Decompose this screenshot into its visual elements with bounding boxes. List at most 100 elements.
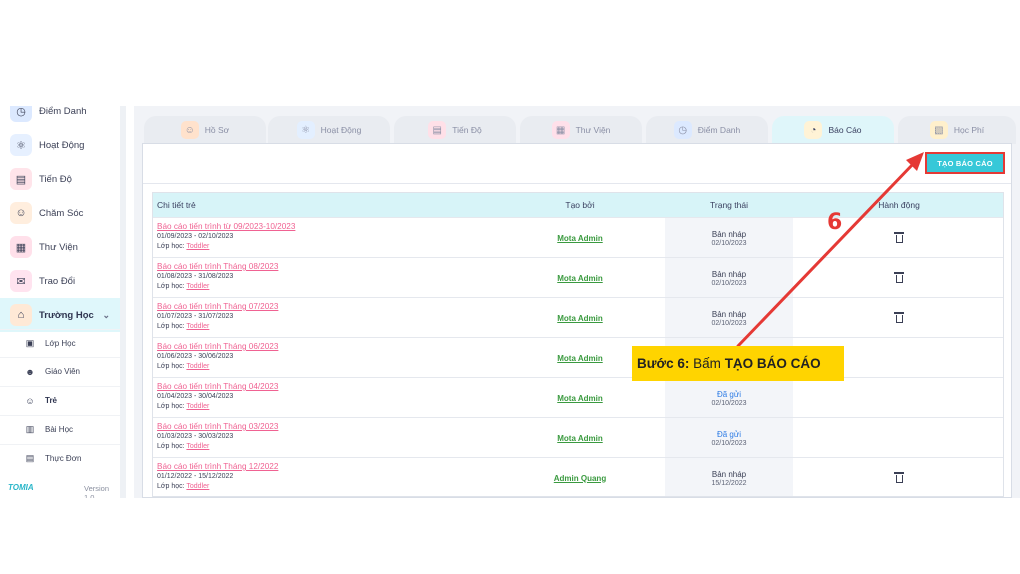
sidebar-item-label: Thư Viện (39, 241, 78, 253)
tab-5[interactable]: ◔ Báo Cáo (772, 116, 894, 144)
tab-6[interactable]: ▧ Học Phí (898, 116, 1016, 144)
report-table: Chi tiết trẻ Tạo bởi Trạng thái Hành độn… (152, 192, 1004, 497)
version-label: Version 1.0 (84, 484, 110, 498)
status-cell: Bản nháp 02/10/2023 (665, 218, 793, 258)
sidebar-sub-item-label: Lớp Học (45, 339, 76, 348)
table-row: Báo cáo tiến trình Tháng 07/2023 01/07/20… (153, 297, 1003, 338)
report-date-range: 01/09/2023 - 02/10/2023 (157, 232, 234, 240)
class-prefix: Lớp học: (157, 282, 185, 290)
creator-link[interactable]: Mota Admin (495, 298, 665, 338)
sidebar-item-label: Trao Đổi (39, 275, 76, 287)
creator-link[interactable]: Mota Admin (495, 258, 665, 298)
report-title-link[interactable]: Báo cáo tiến trình Tháng 03/2023 (157, 422, 487, 432)
sidebar-item-label: Hoạt Động (39, 139, 85, 151)
divider (143, 183, 1011, 184)
report-title-link[interactable]: Báo cáo tiến trình Tháng 12/2022 (157, 462, 487, 472)
tuition-icon: ▧ (929, 121, 948, 139)
library-icon: ▦ (551, 121, 570, 139)
tab-1[interactable]: ⚛ Hoạt Động (268, 116, 390, 144)
report-pie-icon: ◔ (804, 121, 823, 139)
sidebar-item-1[interactable]: ⚛ Hoạt Động (0, 128, 120, 162)
report-title-link[interactable]: Báo cáo tiến trình Tháng 06/2023 (157, 342, 487, 352)
tab-label: Điểm Danh (697, 125, 741, 135)
class-prefix: Lớp học: (157, 322, 185, 330)
callout-action: Bấm (693, 356, 721, 371)
tab-label: Báo Cáo (828, 125, 862, 135)
creator-link[interactable]: Admin Quang (495, 458, 665, 496)
table-row: Báo cáo tiến trình từ 09/2023-10/2023 01/… (153, 217, 1003, 258)
status-text: Đã gửi (716, 429, 742, 439)
sidebar-sub-item-4[interactable]: ▤ Thực Đơn (0, 444, 120, 472)
class-prefix: Lớp học: (157, 242, 185, 250)
class-link[interactable]: Toddler (186, 403, 209, 410)
step-number: 6 (827, 210, 843, 235)
class-link[interactable]: Toddler (186, 243, 209, 250)
child-detail-cell: Báo cáo tiến trình Tháng 07/2023 01/07/20… (157, 302, 487, 331)
classroom-icon: ▣ (25, 338, 35, 348)
creator-link[interactable]: Mota Admin (495, 378, 665, 418)
creator-link[interactable]: Mota Admin (495, 418, 665, 458)
tab-3[interactable]: ▦ Thư Viện (520, 116, 642, 144)
class-link[interactable]: Toddler (186, 483, 209, 490)
class-link[interactable]: Toddler (186, 443, 209, 450)
chart-board-icon: ▤ (428, 121, 447, 139)
header-actions: Hành động (878, 200, 920, 210)
table-row: Báo cáo tiến trình Tháng 06/2023 01/06/20… (153, 337, 1003, 378)
sidebar-sub-item-1[interactable]: ☻ Giáo Viên (0, 357, 120, 385)
class-prefix: Lớp học: (157, 362, 185, 370)
creator-link[interactable]: Mota Admin (495, 218, 665, 258)
tab-0[interactable]: ☺ Hồ Sơ (144, 116, 266, 144)
action-cell (793, 218, 1003, 258)
class-prefix: Lớp học: (157, 402, 185, 410)
sidebar-sub-item-label: Bài Học (45, 425, 74, 434)
trash-icon[interactable] (893, 272, 904, 283)
report-title-link[interactable]: Báo cáo tiến trình từ 09/2023-10/2023 (157, 222, 487, 232)
status-text: Bản nháp (711, 229, 747, 239)
status-date: 02/10/2023 (711, 239, 747, 247)
report-date-range: 01/08/2023 - 31/08/2023 (157, 272, 234, 280)
sidebar-sub-item-label: Trẻ (45, 396, 58, 405)
sidebar-item-4[interactable]: ▦ Thư Viện (0, 230, 120, 264)
sidebar-item-5[interactable]: ✉ Trao Đổi (0, 264, 120, 298)
class-prefix: Lớp học: (157, 482, 185, 490)
school-icon: ⌂ (10, 304, 32, 326)
sidebar-item-0[interactable]: ◷ Điểm Danh (0, 106, 120, 128)
library-icon: ▦ (10, 236, 32, 258)
status-cell: Bản nháp 02/10/2023 (665, 258, 793, 298)
sidebar-sub-item-0[interactable]: ▣ Lớp Học (0, 329, 120, 357)
status-text: Bản nháp (711, 309, 747, 319)
header-child-details: Chi tiết trẻ (157, 200, 196, 210)
tab-label: Thư Viện (575, 125, 611, 135)
class-link[interactable]: Toddler (186, 363, 209, 370)
instruction-callout: Bước 6: Bấm TẠO BÁO CÁO (632, 346, 844, 381)
create-report-button[interactable]: TẠO BÁO CÁO (925, 152, 1005, 174)
tab-label: Hồ Sơ (204, 125, 230, 135)
report-title-link[interactable]: Báo cáo tiến trình Tháng 04/2023 (157, 382, 487, 392)
trash-icon[interactable] (893, 232, 904, 243)
child-detail-cell: Báo cáo tiến trình Tháng 03/2023 01/03/20… (157, 422, 487, 451)
class-link[interactable]: Toddler (186, 323, 209, 330)
trash-icon[interactable] (893, 312, 904, 323)
status-text: Bản nháp (711, 269, 747, 279)
class-link[interactable]: Toddler (186, 283, 209, 290)
teachers-icon: ☻ (25, 366, 35, 377)
sidebar-item-3[interactable]: ☺ Chăm Sóc (0, 196, 120, 230)
status-date: 02/10/2023 (711, 279, 747, 287)
child-detail-cell: Báo cáo tiến trình từ 09/2023-10/2023 01/… (157, 222, 487, 251)
tab-4[interactable]: ◷ Điểm Danh (646, 116, 768, 144)
tab-label: Hoạt Động (320, 125, 362, 135)
trash-icon[interactable] (893, 472, 904, 483)
atom-icon: ⚛ (10, 134, 32, 156)
child-detail-cell: Báo cáo tiến trình Tháng 06/2023 01/06/20… (157, 342, 487, 371)
sidebar-item-label: Trường Học (39, 309, 94, 321)
sidebar-sub-item-3[interactable]: ▥ Bài Học (0, 415, 120, 443)
report-title-link[interactable]: Báo cáo tiến trình Tháng 08/2023 (157, 262, 487, 272)
report-title-link[interactable]: Báo cáo tiến trình Tháng 07/2023 (157, 302, 487, 312)
tab-2[interactable]: ▤ Tiến Độ (394, 116, 516, 144)
status-text: Đã gửi (716, 389, 742, 399)
tab-bar: ☺ Hồ Sơ ⚛ Hoạt Động ▤ Tiến Độ ▦ Thư Viện ◷ Điểm D… (144, 116, 1020, 144)
sidebar-sub-item-2[interactable]: ☺ Trẻ (0, 386, 120, 414)
sidebar-item-6[interactable]: ⌂ Trường Học ⌄ (0, 298, 120, 332)
sidebar-item-2[interactable]: ▤ Tiến Độ (0, 162, 120, 196)
table-row: Báo cáo tiến trình Tháng 08/2023 01/08/20… (153, 257, 1003, 298)
